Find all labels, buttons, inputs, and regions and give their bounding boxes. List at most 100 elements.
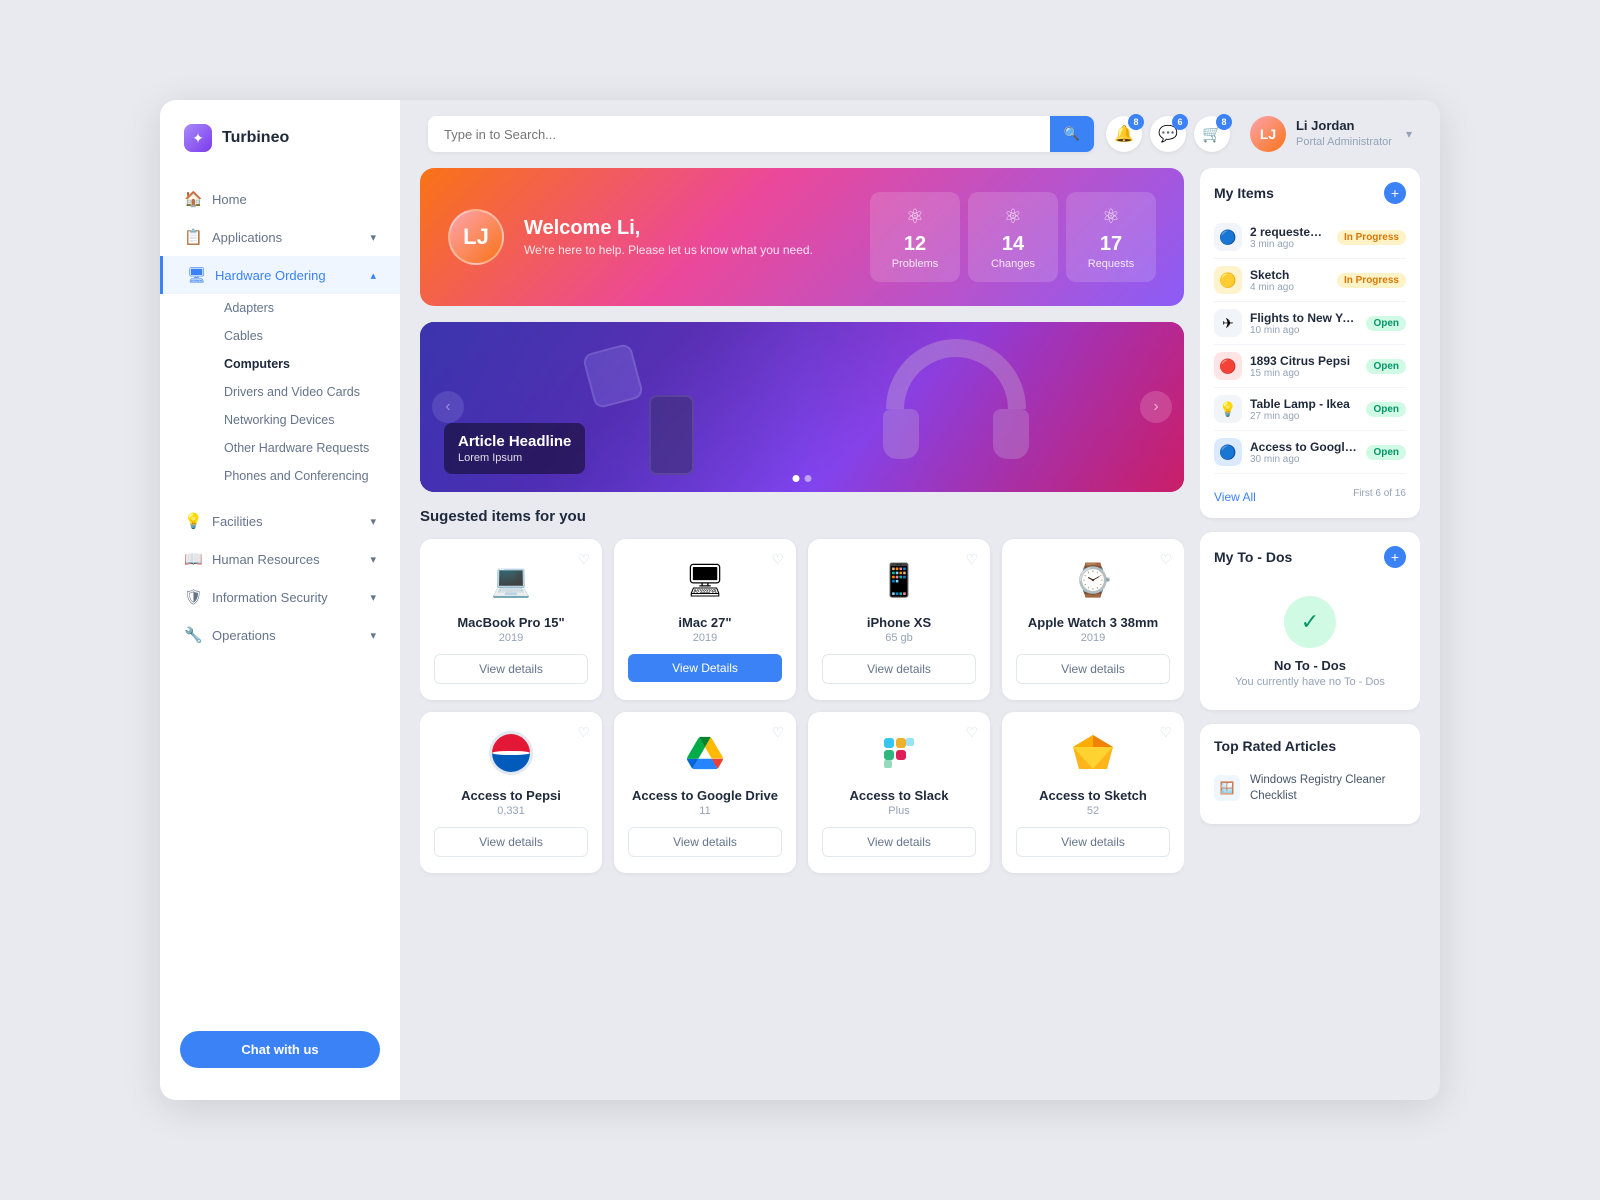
heart-icon-3[interactable]: ♡ — [965, 551, 978, 568]
sidebar-item-applications-label: Applications — [212, 230, 282, 245]
submenu-drivers[interactable]: Drivers and Video Cards — [208, 378, 400, 406]
my-item-badge-4: Open — [1366, 359, 1406, 374]
heart-icon-2[interactable]: ♡ — [771, 551, 784, 568]
sidebar-item-facilities[interactable]: 💡 Facilities ▾ — [160, 502, 400, 540]
welcome-banner: LJ Welcome Li, We're here to help. Pleas… — [420, 168, 1184, 306]
my-items-header: My Items + — [1214, 182, 1406, 204]
requests-icon: ⚛ — [1086, 204, 1136, 229]
applications-icon: 📋 — [184, 228, 202, 246]
sidebar-item-hardware[interactable]: 🖥 Hardware Ordering ▴ — [160, 256, 400, 294]
view-details-iphone[interactable]: View details — [822, 654, 976, 684]
heart-icon-5[interactable]: ♡ — [577, 724, 590, 741]
article-row-1[interactable]: 🪟 Windows Registry Cleaner Checklist — [1214, 766, 1406, 810]
content: LJ Welcome Li, We're here to help. Pleas… — [400, 168, 1440, 1100]
search-input[interactable] — [428, 117, 1050, 152]
app-wrapper: ✦ Turbineo 🏠 Home 📋 Applications ▾ 🖥 Har… — [160, 100, 1440, 1100]
submenu-phones[interactable]: Phones and Conferencing — [208, 462, 400, 490]
view-details-gdrive[interactable]: View details — [628, 827, 782, 857]
sidebar-item-hardware-label: Hardware Ordering — [215, 268, 326, 283]
item-sub-iphone: 65 gb — [885, 632, 913, 644]
item-name-pepsi: Access to Pepsi — [461, 788, 561, 803]
my-item-info-5: Table Lamp - Ikea 27 min ago — [1250, 397, 1358, 422]
welcome-greeting: Welcome Li, — [524, 217, 813, 240]
my-items-panel: My Items + 🔵 2 requested items 3 min ago… — [1200, 168, 1420, 518]
user-dropdown-icon[interactable]: ▾ — [1406, 127, 1412, 141]
item-card-slack: ♡ Access — [808, 712, 990, 873]
sidebar-bottom: Chat with us — [160, 1015, 400, 1084]
view-details-slack[interactable]: View details — [822, 827, 976, 857]
carousel-dots — [793, 475, 812, 482]
submenu-networking[interactable]: Networking Devices — [208, 406, 400, 434]
cart-button[interactable]: 🛒 8 — [1194, 116, 1230, 152]
todos-add-button[interactable]: + — [1384, 546, 1406, 568]
todo-empty-sub: You currently have no To - Dos — [1235, 676, 1385, 688]
my-item-time-1: 3 min ago — [1250, 239, 1329, 250]
my-item-icon-1: 🔵 — [1214, 223, 1242, 251]
stat-problems-value: 12 — [890, 233, 940, 256]
item-img-slack — [869, 728, 929, 778]
welcome-subtitle: We're here to help. Please let us know w… — [524, 243, 813, 257]
item-name-imac: iMac 27" — [678, 615, 731, 630]
chat-button[interactable]: Chat with us — [180, 1031, 380, 1068]
item-name-watch: Apple Watch 3 38mm — [1028, 615, 1158, 630]
suggested-section: Sugested items for you ♡ 💻 MacBook Pro 1… — [420, 508, 1184, 873]
heart-icon-1[interactable]: ♡ — [577, 551, 590, 568]
main-col: LJ Welcome Li, We're here to help. Pleas… — [420, 168, 1184, 1080]
my-item-row-5: 💡 Table Lamp - Ikea 27 min ago Open — [1214, 388, 1406, 431]
stat-requests-label: Requests — [1086, 258, 1136, 270]
my-item-name-6: Access to Google Drive — [1250, 440, 1358, 454]
heart-icon-8[interactable]: ♡ — [1159, 724, 1172, 741]
sidebar-item-home-label: Home — [212, 192, 247, 207]
my-item-row-4: 🔴 1893 Citrus Pepsi 15 min ago Open — [1214, 345, 1406, 388]
item-card-watch: ♡ ⌚ Apple Watch 3 38mm 2019 View details — [1002, 539, 1184, 700]
item-img-imac: 🖥 — [675, 555, 735, 605]
sidebar-item-hr[interactable]: 📖 Human Resources ▾ — [160, 540, 400, 578]
my-item-time-2: 4 min ago — [1250, 282, 1329, 293]
right-col: My Items + 🔵 2 requested items 3 min ago… — [1200, 168, 1420, 1080]
submenu-computers[interactable]: Computers — [208, 350, 400, 378]
logo-text: Turbineo — [222, 129, 289, 147]
my-item-icon-6: 🔵 — [1214, 438, 1242, 466]
my-item-icon-3: ✈ — [1214, 309, 1242, 337]
sidebar-item-home[interactable]: 🏠 Home — [160, 180, 400, 218]
todos-title: My To - Dos — [1214, 549, 1292, 565]
sidebar-item-infosec[interactable]: 🛡 Information Security ▾ — [160, 578, 400, 616]
view-details-macbook[interactable]: View details — [434, 654, 588, 684]
submenu-other[interactable]: Other Hardware Requests — [208, 434, 400, 462]
view-details-watch[interactable]: View details — [1016, 654, 1170, 684]
submenu-cables[interactable]: Cables — [208, 322, 400, 350]
my-item-info-1: 2 requested items 3 min ago — [1250, 225, 1329, 250]
item-name-slack: Access to Slack — [849, 788, 948, 803]
operations-icon: 🔧 — [184, 626, 202, 644]
problems-icon: ⚛ — [890, 204, 940, 229]
sidebar-item-operations-label: Operations — [212, 628, 276, 643]
suggested-title: Sugested items for you — [420, 508, 1184, 525]
heart-icon-4[interactable]: ♡ — [1159, 551, 1172, 568]
carousel-dot-1[interactable] — [793, 475, 800, 482]
messages-button[interactable]: 💬 6 — [1150, 116, 1186, 152]
view-details-sketch[interactable]: View details — [1016, 827, 1170, 857]
view-details-pepsi[interactable]: View details — [434, 827, 588, 857]
carousel-dot-2[interactable] — [805, 475, 812, 482]
sidebar-item-applications[interactable]: 📋 Applications ▾ — [160, 218, 400, 256]
changes-icon: ⚛ — [988, 204, 1038, 229]
sidebar-item-operations[interactable]: 🔧 Operations ▾ — [160, 616, 400, 654]
my-item-badge-6: Open — [1366, 445, 1406, 460]
stat-changes: ⚛ 14 Changes — [968, 192, 1058, 282]
heart-icon-7[interactable]: ♡ — [965, 724, 978, 741]
item-sub-sketch: 52 — [1087, 805, 1099, 817]
my-items-footer: View All First 6 of 16 — [1214, 482, 1406, 504]
my-item-row-1: 🔵 2 requested items 3 min ago In Progres… — [1214, 216, 1406, 259]
search-button[interactable]: 🔍 — [1050, 116, 1094, 152]
submenu-adapters[interactable]: Adapters — [208, 294, 400, 322]
view-all-button[interactable]: View All — [1214, 490, 1256, 504]
topbar: 🔍 🔔 8 💬 6 🛒 8 LJ Li Jordan — [400, 100, 1440, 168]
view-details-imac[interactable]: View Details — [628, 654, 782, 682]
my-item-row-2: 🟡 Sketch 4 min ago In Progress — [1214, 259, 1406, 302]
item-card-gdrive: ♡ — [614, 712, 796, 873]
notifications-button[interactable]: 🔔 8 — [1106, 116, 1142, 152]
heart-icon-6[interactable]: ♡ — [771, 724, 784, 741]
my-item-badge-5: Open — [1366, 402, 1406, 417]
my-items-add-button[interactable]: + — [1384, 182, 1406, 204]
user-avatar: LJ — [1250, 116, 1286, 152]
